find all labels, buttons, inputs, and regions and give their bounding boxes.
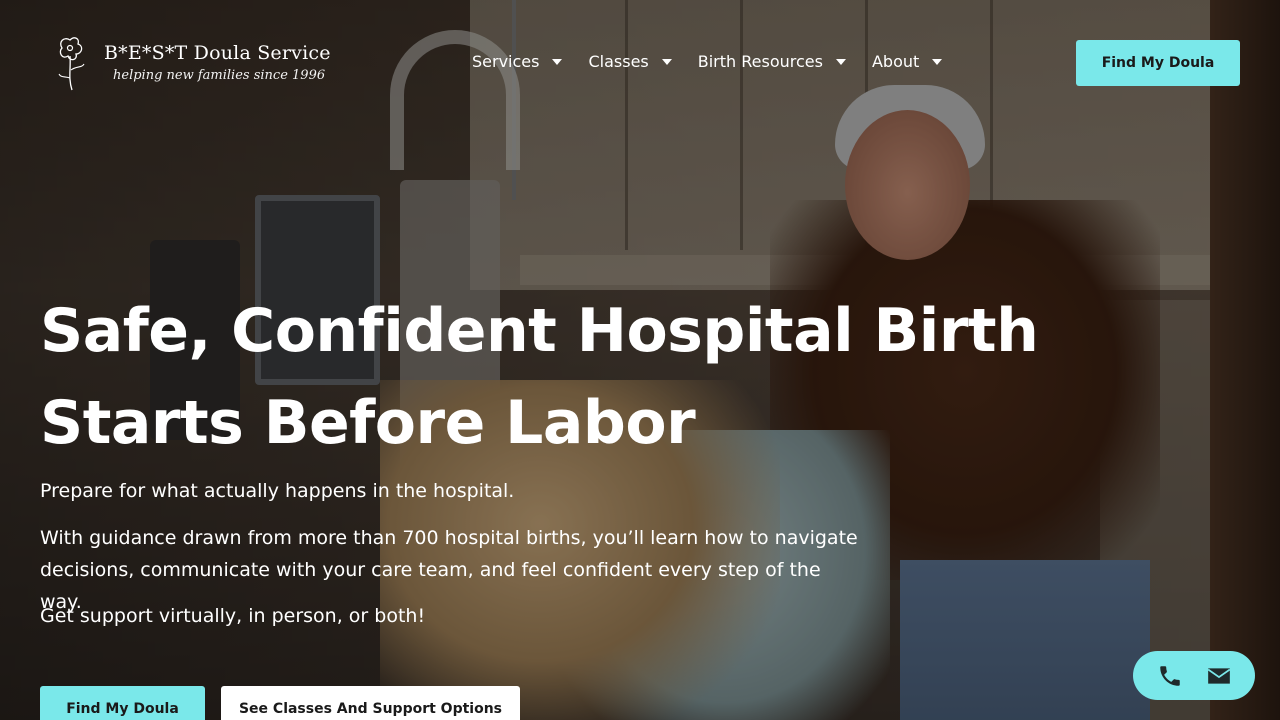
find-my-doula-button[interactable]: Find My Doula	[40, 686, 205, 720]
brand-name: B*E*S*T Doula Service	[104, 42, 331, 64]
hero-intro-text: Prepare for what actually happens in the…	[40, 480, 515, 502]
nav-item-birth-resources[interactable]: Birth Resources	[698, 52, 846, 71]
nav-item-label: Classes	[588, 52, 649, 71]
find-my-doula-header-button[interactable]: Find My Doula	[1076, 40, 1240, 86]
nav-item-about[interactable]: About	[871, 52, 943, 71]
hero-title: Safe, Confident Hospital Birth Starts Be…	[40, 285, 1090, 469]
caret-down-icon	[661, 58, 672, 65]
nav-item-classes[interactable]: Classes	[588, 52, 672, 71]
see-classes-button[interactable]: See Classes And Support Options	[221, 686, 520, 720]
brand-tagline: helping new families since 1996	[113, 68, 326, 83]
nav-item-services[interactable]: Services	[472, 52, 563, 71]
phone-icon[interactable]	[1156, 662, 1184, 690]
main-nav: Services Classes Birth Resources About	[472, 52, 968, 71]
envelope-icon[interactable]	[1205, 662, 1233, 690]
hero-title-line-1: Safe, Confident Hospital Birth	[40, 296, 1039, 366]
contact-widget	[1133, 651, 1255, 700]
caret-down-icon	[552, 58, 563, 65]
nav-item-label: Services	[472, 52, 540, 71]
site-logo[interactable]: B*E*S*T Doula Service helping new famili…	[56, 34, 331, 92]
nav-item-label: About	[871, 52, 920, 71]
flower-logo-icon	[58, 37, 85, 91]
hero-support-text: Get support virtually, in person, or bot…	[40, 605, 426, 627]
site-header: B*E*S*T Doula Service helping new famili…	[0, 0, 1280, 125]
hero-title-line-2: Starts Before Labor	[40, 388, 696, 458]
nav-item-label: Birth Resources	[697, 52, 823, 71]
caret-down-icon	[932, 58, 943, 65]
caret-down-icon	[835, 58, 846, 65]
